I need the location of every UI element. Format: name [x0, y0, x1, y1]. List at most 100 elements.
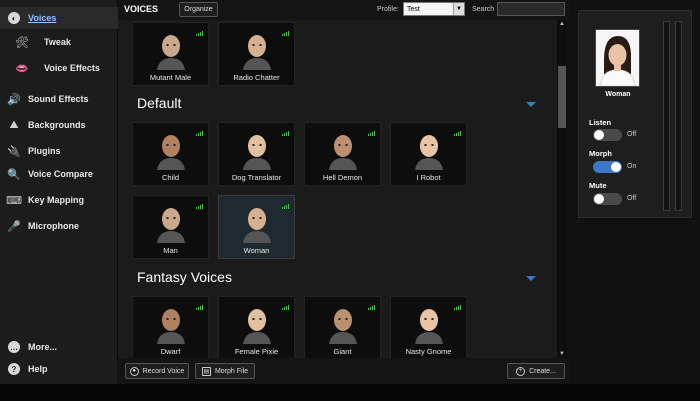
scroll-thumb[interactable]: [558, 66, 566, 128]
sidebar-item-microphone[interactable]: 🎤 Microphone: [0, 215, 118, 237]
profile-select[interactable]: Test ▼: [403, 2, 465, 16]
voice-name: Nasty Gnome: [405, 347, 452, 356]
signal-icon: [282, 31, 289, 36]
collapse-section-icon[interactable]: [526, 276, 536, 281]
morph-label: Morph: [589, 149, 612, 158]
voices-header: VOICES Organize Profile: Test ▼ Search: [118, 0, 570, 20]
landscape-icon: ⛰: [9, 118, 19, 131]
record-voice-button[interactable]: ● Record Voice: [125, 363, 189, 379]
section-title: Default: [137, 95, 182, 111]
voice-tile[interactable]: Giant: [304, 296, 381, 358]
sidebar-item-label: Voices: [28, 13, 57, 23]
voice-avatar-icon: [157, 208, 185, 243]
status-strip: [0, 384, 700, 401]
voice-name: Dwarf: [160, 347, 181, 356]
voice-avatar-icon: [243, 135, 271, 170]
voice-avatar-icon: [415, 309, 443, 344]
file-icon: ▤: [201, 366, 211, 376]
organize-button[interactable]: Organize: [179, 2, 218, 17]
more-icon: …: [8, 341, 20, 353]
voice-name: Woman: [243, 246, 270, 255]
voice-tile[interactable]: Mutant Male: [132, 22, 209, 86]
create-button[interactable]: + Create...: [507, 363, 565, 379]
voice-tile[interactable]: Dog Translator: [218, 122, 295, 186]
voice-control-panel: Woman Listen Off Morph On Mute Off: [578, 10, 692, 218]
sidebar-item-key-mapping[interactable]: ⌨ Key Mapping: [0, 189, 118, 211]
voice-name: Man: [163, 246, 178, 255]
sidebar-item-label: Help: [28, 364, 48, 374]
mute-toggle[interactable]: [593, 193, 622, 205]
keyboard-icon: ⌨: [6, 194, 22, 207]
morph-state: On: [627, 163, 637, 170]
plus-icon: +: [516, 366, 526, 376]
collapse-section-icon[interactable]: [526, 102, 536, 107]
signal-icon: [196, 305, 203, 310]
profile-value: Test: [407, 5, 420, 13]
plug-icon: 🔌: [7, 145, 21, 158]
sidebar-item-label: Tweak: [44, 37, 71, 47]
sidebar-item-voices[interactable]: ◐ Voices: [0, 7, 118, 29]
voice-tile[interactable]: Child: [132, 122, 209, 186]
sidebar-item-label: Backgrounds: [28, 120, 86, 130]
signal-icon: [282, 204, 289, 209]
record-icon: ●: [129, 366, 139, 376]
listen-toggle[interactable]: [593, 129, 622, 141]
search-input[interactable]: [497, 2, 565, 16]
sidebar-item-tweak[interactable]: 🛠 Tweak: [0, 31, 118, 53]
mute-label: Mute: [589, 181, 607, 190]
voice-tile[interactable]: Female Pixie: [218, 296, 295, 358]
output-level-meter: [675, 21, 682, 211]
morph-toggle[interactable]: [593, 161, 622, 173]
voice-avatar-icon: [157, 35, 185, 70]
sidebar-item-label: Microphone: [28, 221, 79, 231]
voice-name: Radio Chatter: [233, 73, 280, 82]
voice-tile[interactable]: Radio Chatter: [218, 22, 295, 86]
mute-state: Off: [627, 195, 637, 202]
sidebar-item-help[interactable]: ? Help: [0, 358, 118, 380]
lips-icon: 👄: [15, 62, 29, 75]
morph-file-button[interactable]: ▤ Morph File: [195, 363, 255, 379]
sidebar-item-voice-compare[interactable]: 🔍 Voice Compare: [0, 163, 118, 185]
scroll-down-icon[interactable]: ▼: [557, 350, 567, 358]
voice-tile[interactable]: Woman: [218, 195, 295, 259]
sidebar-item-voice-effects[interactable]: 👄 Voice Effects: [0, 57, 118, 79]
search-label: Search: [472, 6, 495, 13]
signal-icon: [196, 131, 203, 136]
input-level-meter: [663, 21, 670, 211]
tools-icon: 🛠: [15, 36, 29, 49]
voice-tile[interactable]: Hell Demon: [304, 122, 381, 186]
sidebar-item-label: Plugins: [28, 146, 61, 156]
listen-state: Off: [627, 131, 637, 138]
help-icon: ?: [8, 363, 20, 375]
voice-tile[interactable]: Man: [132, 195, 209, 259]
section-title: Fantasy Voices: [137, 269, 232, 285]
profile-label: Profile:: [377, 6, 399, 13]
voice-tile[interactable]: Dwarf: [132, 296, 209, 358]
sidebar-item-backgrounds[interactable]: ⛰ Backgrounds: [0, 114, 118, 136]
chevron-down-icon: ▼: [453, 3, 464, 15]
sidebar-item-sound-effects[interactable]: 🔊 Sound Effects: [0, 88, 118, 110]
voice-name: Mutant Male: [149, 73, 192, 82]
signal-icon: [282, 131, 289, 136]
signal-icon: [196, 204, 203, 209]
voice-avatar-icon: [243, 208, 271, 243]
bottom-toolbar: ● Record Voice ▤ Morph File + Create...: [118, 358, 570, 384]
sidebar-item-plugins[interactable]: 🔌 Plugins: [0, 140, 118, 162]
magnifier-icon: 🔍: [7, 168, 21, 181]
sidebar-item-label: Sound Effects: [28, 94, 89, 104]
voice-tile[interactable]: Nasty Gnome: [390, 296, 467, 358]
signal-icon: [454, 131, 461, 136]
scroll-up-icon[interactable]: ▲: [557, 20, 567, 28]
woman-portrait-icon: [596, 30, 639, 87]
sidebar-item-label: Key Mapping: [28, 195, 85, 205]
voice-name: Hell Demon: [322, 173, 363, 182]
voice-avatar-icon: [329, 135, 357, 170]
voice-tile[interactable]: I Robot: [390, 122, 467, 186]
page-title: VOICES: [124, 4, 159, 14]
voice-avatar-icon: [157, 135, 185, 170]
microphone-icon: 🎤: [7, 220, 21, 233]
signal-icon: [196, 31, 203, 36]
voice-preview-image: [595, 29, 640, 87]
sidebar-item-more[interactable]: … More...: [0, 336, 118, 358]
scrollbar[interactable]: ▲ ▼: [557, 20, 567, 358]
